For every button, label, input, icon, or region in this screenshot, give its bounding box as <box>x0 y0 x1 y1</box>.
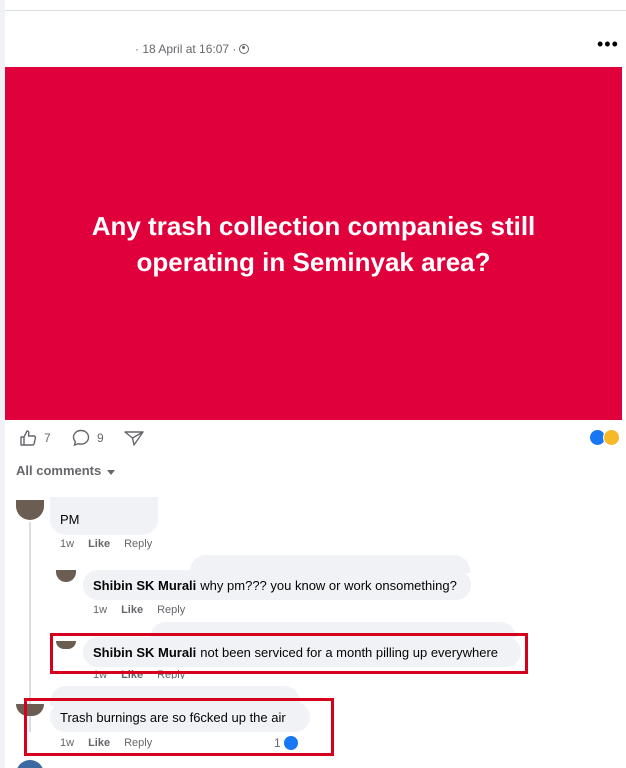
thumbs-up-icon <box>20 430 37 446</box>
share-arrow-icon <box>124 431 144 446</box>
top-divider <box>0 0 626 11</box>
comment-button[interactable]: 9 <box>71 428 104 448</box>
comment-meta: 1w Like Reply <box>60 538 152 550</box>
post-meta-text: · 18 April at 16:07 · <box>135 42 237 56</box>
banner-text: Any trash collection companies still ope… <box>91 210 536 277</box>
comment-bubble-icon <box>72 429 90 447</box>
comment-bubble: Shibin SK Murali why pm??? you know or w… <box>83 570 471 600</box>
post-action-bar: 7 9 <box>5 420 622 456</box>
like-count: 7 <box>44 431 51 445</box>
comment-text: why pm??? you know or work onsomething? <box>200 577 457 593</box>
like-button[interactable]: 7 <box>18 428 51 448</box>
highlight-box <box>24 698 334 756</box>
comments-filter-label: All comments <box>16 463 102 478</box>
comments-filter-dropdown[interactable]: All comments <box>16 463 116 478</box>
comment-count: 9 <box>97 431 104 445</box>
comment-time[interactable]: 1w <box>60 538 74 550</box>
comment-reply-button[interactable]: Reply <box>124 538 152 550</box>
post-header: · 18 April at 16:07 · ••• <box>5 11 622 67</box>
comment-time[interactable]: 1w <box>93 604 107 616</box>
more-options-button[interactable]: ••• <box>597 35 619 53</box>
comment-like-button[interactable]: Like <box>121 604 143 616</box>
avatar[interactable] <box>16 500 44 520</box>
haha-reaction-icon <box>603 429 620 446</box>
share-button[interactable] <box>123 428 145 448</box>
post-text-banner: Any trash collection companies still ope… <box>5 67 622 420</box>
avatar[interactable] <box>16 760 44 768</box>
highlight-box <box>50 633 528 674</box>
reaction-summary[interactable] <box>589 429 623 447</box>
post-timestamp[interactable]: · 18 April at 16:07 · <box>135 42 250 56</box>
comment-reply-button[interactable]: Reply <box>157 604 185 616</box>
avatar[interactable] <box>56 570 76 582</box>
comment-meta: 1w Like Reply <box>93 604 185 616</box>
audience-globe-icon <box>239 44 250 54</box>
comment-author[interactable]: Shibin SK Murali <box>93 578 196 593</box>
caret-down-icon <box>107 469 116 475</box>
comment-bubble: PM <box>50 497 158 535</box>
comment-text: PM <box>60 512 80 527</box>
comment-like-button[interactable]: Like <box>88 538 110 550</box>
